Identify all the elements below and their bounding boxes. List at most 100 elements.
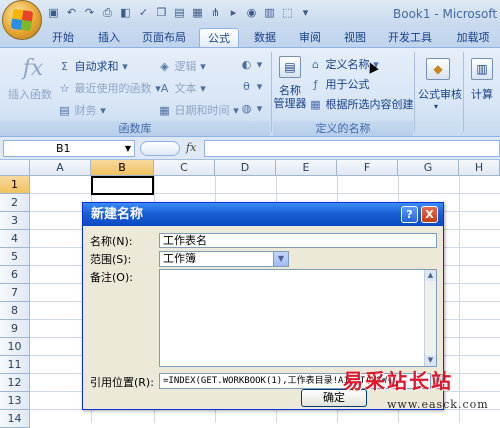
chevron-down-icon: ▾	[100, 104, 106, 117]
chevron-down-icon: ▾	[200, 82, 206, 95]
create-from-selection-button[interactable]: ▦ 根据所选内容创建	[309, 96, 413, 112]
column-header[interactable]: C	[154, 160, 215, 176]
sheet-icon[interactable]: ⬚	[280, 5, 295, 20]
circle-icon[interactable]: ◉	[244, 5, 259, 20]
select-all-corner[interactable]	[0, 160, 30, 176]
calculation-button[interactable]: 计算	[465, 88, 499, 101]
insert-function-icon[interactable]: fx	[20, 56, 46, 82]
row-header[interactable]: 1	[0, 176, 30, 194]
tab-formulas[interactable]: 公式	[199, 28, 239, 47]
datetime-label: 日期和时间	[174, 104, 230, 117]
define-name-label: 定义名称	[325, 58, 370, 71]
calculation-group: ▥ 计算	[465, 50, 500, 136]
scope-label: 范围(S):	[90, 253, 132, 266]
arrow-right-icon[interactable]: ▸	[226, 5, 241, 20]
recent-label: 最近使用的函数	[74, 82, 152, 95]
calculator-icon[interactable]: ▥	[262, 5, 277, 20]
spelling-icon[interactable]: ✓	[136, 5, 151, 20]
more-functions-button[interactable]: ◍ ▾	[240, 102, 266, 115]
row-header[interactable]: 3	[0, 212, 30, 230]
autosum-button[interactable]: Σ 自动求和 ▾	[58, 58, 132, 74]
copy-icon[interactable]: ❐	[154, 5, 169, 20]
fx-icon[interactable]: fx	[186, 141, 196, 154]
chevron-down-icon: ▾	[200, 60, 206, 73]
row-header[interactable]: 11	[0, 356, 30, 374]
row-header[interactable]: 14	[0, 410, 30, 428]
comment-scrollbar[interactable]: ▲ ▼	[424, 270, 436, 366]
column-header[interactable]: F	[337, 160, 398, 176]
tree-icon[interactable]: ⋔	[208, 5, 223, 20]
row-header[interactable]: 10	[0, 338, 30, 356]
text-label: 文本	[174, 82, 197, 95]
table-icon[interactable]: ▦	[190, 5, 205, 20]
tab-developer[interactable]: 开发工具	[384, 28, 436, 47]
tab-addins[interactable]: 加载项	[450, 28, 496, 47]
chevron-down-icon: ▾	[256, 58, 263, 71]
active-cell-b1[interactable]	[91, 176, 154, 195]
row-header[interactable]: 13	[0, 392, 30, 410]
column-header[interactable]: D	[215, 160, 276, 176]
scope-select[interactable]: 工作簿 ▼	[159, 251, 289, 267]
name-box[interactable]: B1 ▼	[3, 140, 135, 157]
redo-icon[interactable]: ↷	[82, 5, 97, 20]
comment-label: 备注(O):	[90, 271, 133, 284]
row-header[interactable]: 2	[0, 194, 30, 212]
format-icon[interactable]: ▤	[172, 5, 187, 20]
column-header[interactable]: E	[276, 160, 337, 176]
column-header[interactable]: G	[398, 160, 459, 176]
row-header[interactable]: 7	[0, 284, 30, 302]
row-header[interactable]: 8	[0, 302, 30, 320]
name-manager-icon[interactable]: ▤	[279, 56, 301, 78]
tab-home[interactable]: 开始	[44, 28, 82, 47]
tab-insert[interactable]: 插入	[90, 28, 128, 47]
book-icon: ▤	[59, 104, 70, 117]
name-label: 名称(N):	[90, 235, 133, 248]
math-button[interactable]: θ ▾	[240, 80, 266, 93]
dialog-title: 新建名称	[83, 203, 443, 226]
tab-view[interactable]: 视图	[337, 28, 373, 47]
finance-button[interactable]: ▤ 财务 ▾	[58, 102, 110, 118]
print-icon[interactable]: ⎙	[100, 5, 115, 20]
column-header[interactable]: H	[459, 160, 500, 176]
formula-auditing-button[interactable]: 公式审核	[414, 88, 466, 101]
recent-functions-button[interactable]: ☆ 最近使用的函数 ▾	[58, 80, 165, 96]
use-in-formula-button[interactable]: ƒ 用于公式	[309, 76, 370, 92]
chevron-down-icon[interactable]: ▼	[125, 141, 131, 156]
chevron-down-icon: ▾	[256, 80, 263, 93]
insert-function-button[interactable]: 插入函数	[6, 88, 54, 101]
close-button[interactable]: X	[421, 206, 438, 223]
tab-data[interactable]: 数据	[247, 28, 283, 47]
formula-input[interactable]	[204, 140, 500, 157]
calculator-icon[interactable]: ▥	[471, 58, 493, 80]
star-icon: ☆	[59, 82, 70, 95]
datetime-button[interactable]: ▦ 日期和时间 ▾	[158, 102, 243, 118]
logic-button[interactable]: ◈ 逻辑 ▾	[158, 58, 210, 74]
tab-review[interactable]: 审阅	[292, 28, 328, 47]
lookup-button[interactable]: ◐ ▾	[240, 58, 266, 71]
function-library-group: fx 插入函数 Σ 自动求和 ▾ ☆ 最近使用的函数 ▾ ▤ 财务 ▾ ◈ 逻辑 ▾ A…	[0, 50, 270, 136]
row-header[interactable]: 6	[0, 266, 30, 284]
office-button[interactable]	[2, 0, 42, 40]
row-header[interactable]: 9	[0, 320, 30, 338]
comment-textarea[interactable]: ▲ ▼	[159, 269, 437, 367]
auditing-icon[interactable]: ◆	[426, 58, 450, 80]
tab-page-layout[interactable]: 页面布局	[136, 28, 192, 47]
save-icon[interactable]: ▣	[46, 5, 61, 20]
column-header[interactable]: B	[91, 160, 154, 176]
column-header[interactable]: A	[30, 160, 91, 176]
row-header[interactable]: 12	[0, 374, 30, 392]
formula-bar-handle[interactable]	[140, 141, 180, 156]
help-button[interactable]: ?	[401, 206, 418, 223]
text-button[interactable]: A 文本 ▾	[158, 80, 210, 96]
name-manager-button[interactable]: 名称 管理器	[273, 84, 307, 110]
undo-icon[interactable]: ↶	[64, 5, 79, 20]
qat-dropdown-icon[interactable]: ▾	[298, 5, 313, 20]
name-input[interactable]: 工作表名	[159, 233, 437, 248]
print-preview-icon[interactable]: ◧	[118, 5, 133, 20]
defined-names-label: 定义的名称	[273, 121, 413, 136]
row-header[interactable]: 4	[0, 230, 30, 248]
chevron-down-icon[interactable]: ▼	[273, 252, 288, 266]
text-icon: A	[160, 82, 169, 95]
scroll-up-icon[interactable]: ▲	[425, 270, 436, 281]
row-header[interactable]: 5	[0, 248, 30, 266]
